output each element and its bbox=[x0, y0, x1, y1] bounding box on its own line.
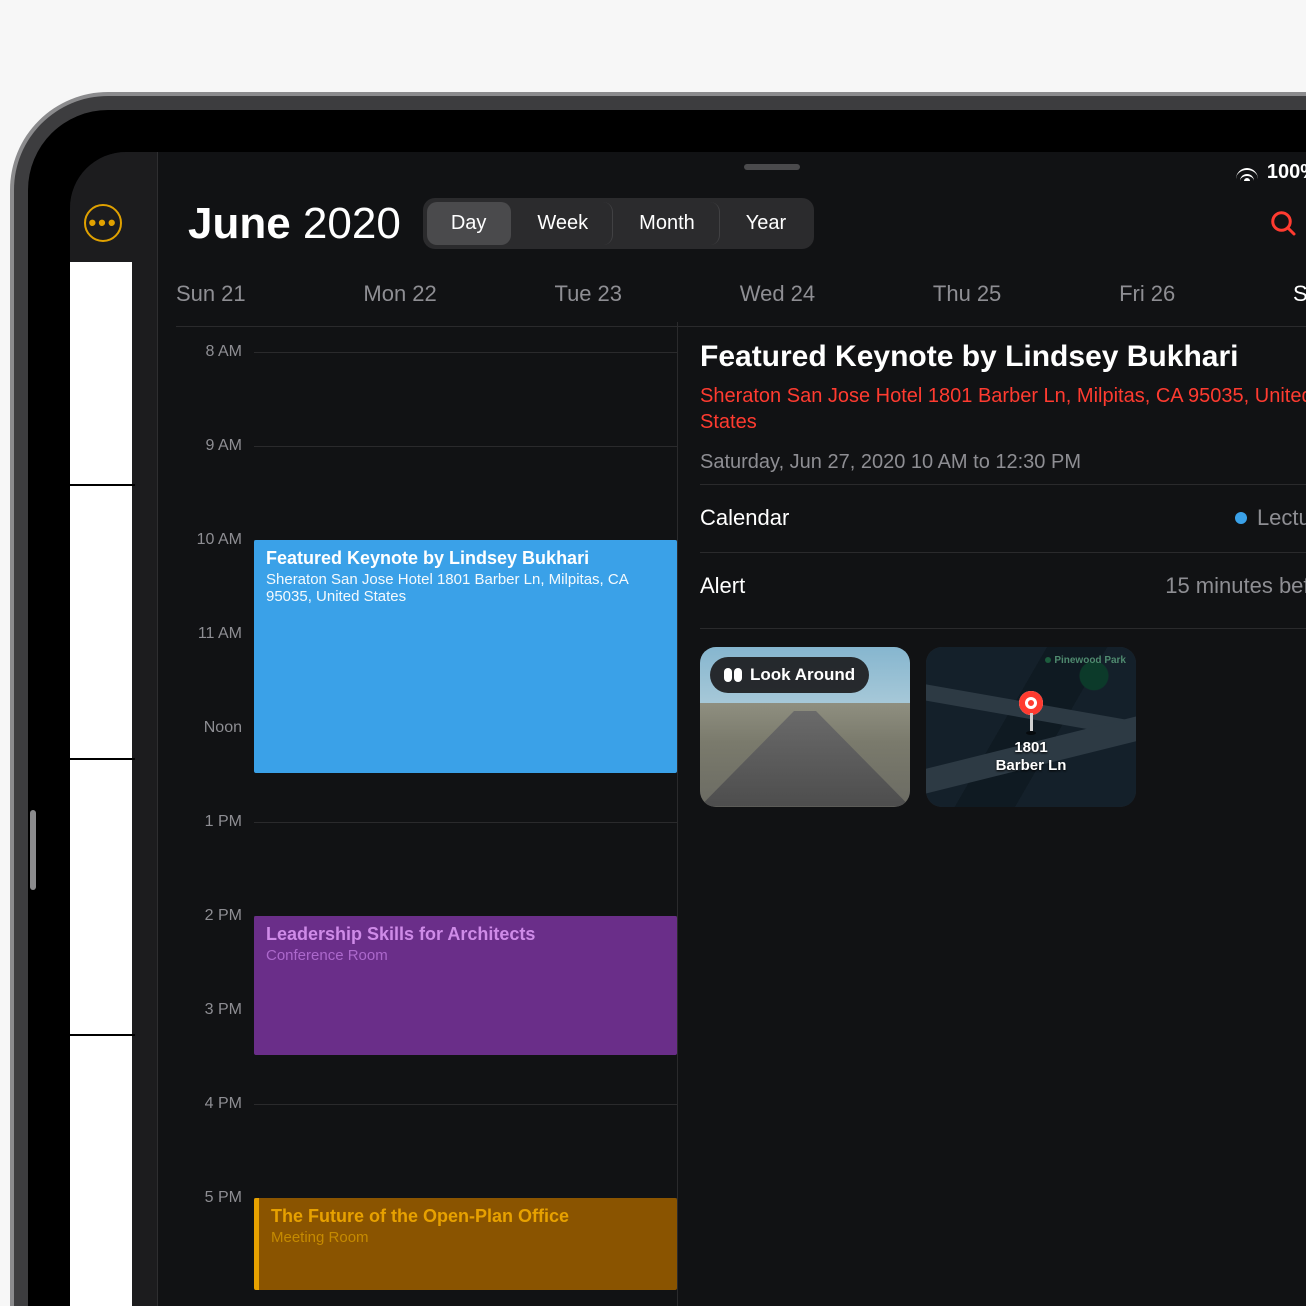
map-pin-icon bbox=[1019, 691, 1043, 735]
title-bar: June 2020 Day Week Month Year bbox=[188, 198, 1306, 249]
weekday-label: Thu bbox=[933, 281, 971, 307]
look-around-badge: Look Around bbox=[710, 657, 869, 693]
wifi-icon bbox=[1235, 160, 1259, 184]
view-segmented-control[interactable]: Day Week Month Year bbox=[423, 198, 814, 249]
weekday-sat[interactable]: Sat 27 bbox=[1293, 276, 1306, 312]
calendar-app: 100% June 2020 Day Week Month Year bbox=[158, 152, 1306, 1306]
event-detail-pane: Featured Keynote by Lindsey Bukhari Edit… bbox=[678, 322, 1306, 1306]
weekday-number: 24 bbox=[791, 281, 815, 307]
weekday-wed[interactable]: Wed 24 bbox=[740, 276, 815, 312]
screen: ••• 100% June 2020 Day Week bbox=[70, 152, 1306, 1306]
weekday-sun[interactable]: Sun 21 bbox=[176, 276, 246, 312]
binoculars-icon bbox=[724, 668, 742, 682]
multitasking-pill[interactable] bbox=[744, 164, 800, 170]
event-block-title: Leadership Skills for Architects bbox=[266, 924, 665, 945]
segment-year[interactable]: Year bbox=[722, 202, 810, 245]
secondary-divider bbox=[70, 1034, 135, 1036]
weekday-fri[interactable]: Fri 26 bbox=[1119, 276, 1175, 312]
secondary-divider bbox=[70, 484, 135, 486]
hour-label: 3 PM bbox=[205, 1001, 242, 1019]
event-block-title: Featured Keynote by Lindsey Bukhari bbox=[266, 548, 665, 569]
hour-gridline bbox=[254, 352, 677, 353]
hour-gridline bbox=[254, 822, 677, 823]
battery-percentage: 100% bbox=[1267, 161, 1306, 184]
weekday-number: 25 bbox=[977, 281, 1001, 307]
alert-value: 15 minutes before bbox=[1165, 573, 1306, 599]
secondary-app-content bbox=[70, 262, 132, 1306]
calendar-body: 8 AM 9 AM 10 AM 11 AM Noon 1 PM 2 PM 3 PM 4 PM 5 … bbox=[158, 322, 1306, 1306]
location-previews: Look Around Pinewood Park 1801 Ba bbox=[700, 628, 1306, 807]
event-block[interactable]: Featured Keynote by Lindsey BukhariShera… bbox=[254, 540, 677, 773]
calendar-color-dot bbox=[1235, 512, 1247, 524]
splitview-secondary-app[interactable]: ••• bbox=[70, 152, 158, 1306]
hour-gridline bbox=[254, 1104, 677, 1105]
hour-label: 11 AM bbox=[198, 625, 242, 643]
hour-label: 2 PM bbox=[205, 907, 242, 925]
weekday-label: Sat bbox=[1293, 281, 1306, 307]
weekday-label: Fri bbox=[1119, 281, 1145, 307]
alert-row[interactable]: Alert 15 minutes before › bbox=[700, 552, 1306, 620]
hour-label: 10 AM bbox=[197, 531, 242, 549]
weekday-label: Tue bbox=[554, 281, 591, 307]
map-thumbnail[interactable]: Pinewood Park 1801 Barber Ln bbox=[926, 647, 1136, 807]
look-around-thumbnail[interactable]: Look Around bbox=[700, 647, 910, 807]
more-icon[interactable]: ••• bbox=[84, 204, 122, 242]
event-block-title: The Future of the Open-Plan Office bbox=[271, 1206, 665, 1227]
segment-week[interactable]: Week bbox=[513, 202, 613, 245]
weekday-number: 26 bbox=[1151, 281, 1175, 307]
weekday-tue[interactable]: Tue 23 bbox=[554, 276, 622, 312]
hour-label: 9 AM bbox=[206, 437, 242, 455]
event-datetime: Saturday, Jun 27, 2020 10 AM to 12:30 PM bbox=[700, 451, 1306, 474]
hour-label: 1 PM bbox=[205, 813, 242, 831]
map-address-label: 1801 Barber Ln bbox=[926, 739, 1136, 774]
hour-label: Noon bbox=[204, 719, 242, 737]
week-day-row: Sun 21 Mon 22 Tue 23 Wed 24 Thu 25 Fri 26 Sat … bbox=[176, 270, 1306, 327]
search-icon[interactable] bbox=[1266, 206, 1302, 242]
weekday-label: Mon bbox=[363, 281, 406, 307]
weekday-thu[interactable]: Thu 25 bbox=[933, 276, 1001, 312]
status-bar: 100% bbox=[1235, 160, 1306, 184]
event-block-subtitle: Sheraton San Jose Hotel 1801 Barber Ln, … bbox=[266, 571, 665, 605]
event-block[interactable]: The Future of the Open-Plan Office Meetin… bbox=[254, 1198, 677, 1290]
secondary-divider bbox=[70, 758, 135, 760]
weekday-number: 21 bbox=[221, 281, 245, 307]
weekday-label: Sun bbox=[176, 281, 215, 307]
hour-label: 4 PM bbox=[205, 1095, 242, 1113]
event-location[interactable]: Sheraton San Jose Hotel 1801 Barber Ln, … bbox=[700, 383, 1306, 435]
device-side-indicator bbox=[30, 810, 36, 890]
segment-day[interactable]: Day bbox=[427, 202, 512, 245]
row-label: Alert bbox=[700, 573, 745, 599]
map-poi-label: Pinewood Park bbox=[1045, 655, 1126, 666]
event-block[interactable]: Leadership Skills for Architects Conferen… bbox=[254, 916, 677, 1055]
weekday-number: 23 bbox=[598, 281, 622, 307]
event-block-subtitle: Meeting Room bbox=[271, 1229, 665, 1246]
row-label: Calendar bbox=[700, 505, 789, 531]
hour-label: 5 PM bbox=[205, 1189, 242, 1207]
calendar-row[interactable]: Calendar Lectures › bbox=[700, 484, 1306, 552]
hour-label: 8 AM bbox=[206, 343, 242, 361]
hour-grid[interactable]: Featured Keynote by Lindsey BukhariShera… bbox=[254, 322, 677, 1306]
weekday-label: Wed bbox=[740, 281, 785, 307]
day-timeline[interactable]: 8 AM 9 AM 10 AM 11 AM Noon 1 PM 2 PM 3 PM 4 PM 5 … bbox=[158, 322, 678, 1306]
segment-month[interactable]: Month bbox=[615, 202, 720, 245]
month-title[interactable]: June 2020 bbox=[188, 199, 401, 249]
hour-gridline bbox=[254, 446, 677, 447]
calendar-name: Lectures bbox=[1257, 505, 1306, 531]
weekday-number: 22 bbox=[412, 281, 436, 307]
device-frame: ••• 100% June 2020 Day Week bbox=[28, 110, 1306, 1306]
event-block-subtitle: Conference Room bbox=[266, 947, 665, 964]
weekday-mon[interactable]: Mon 22 bbox=[363, 276, 436, 312]
hour-gutter: 8 AM 9 AM 10 AM 11 AM Noon 1 PM 2 PM 3 PM 4 PM 5 … bbox=[158, 322, 254, 1306]
event-title: Featured Keynote by Lindsey Bukhari bbox=[700, 340, 1306, 375]
